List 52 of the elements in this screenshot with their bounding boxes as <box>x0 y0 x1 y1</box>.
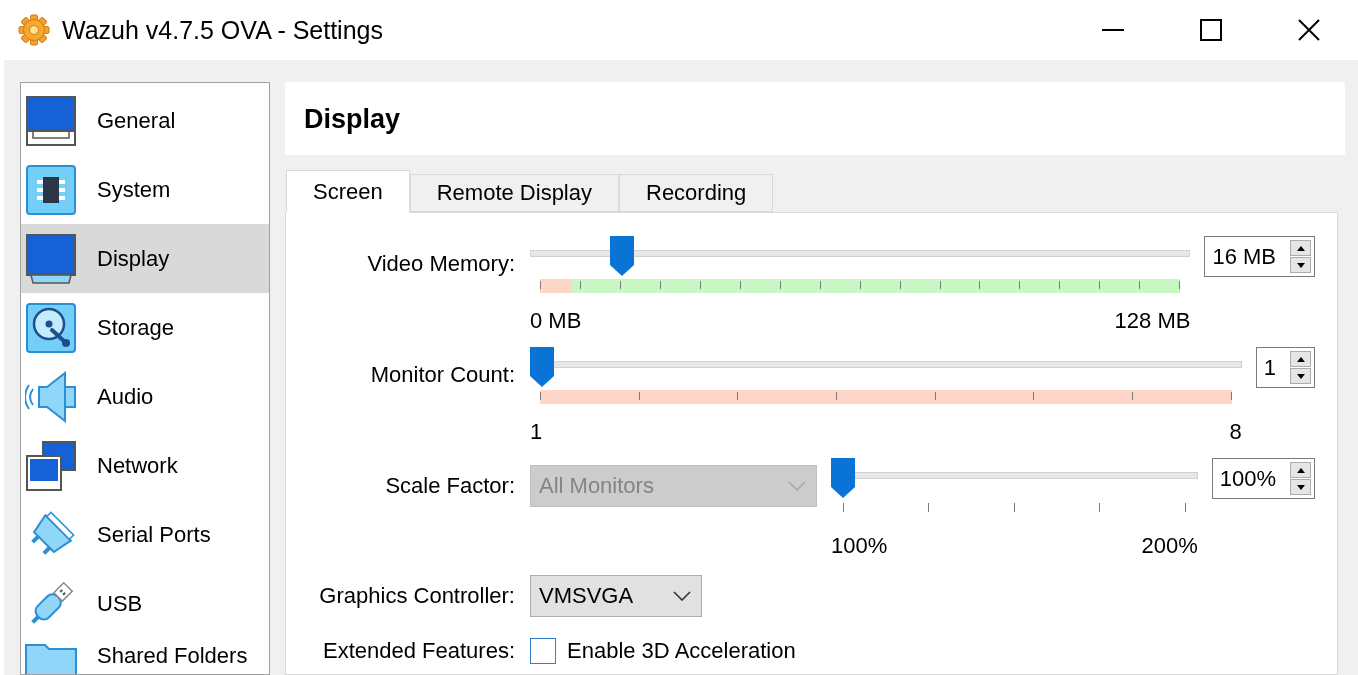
maximize-icon <box>1200 19 1222 41</box>
spinbox[interactable]: 100% <box>1211 458 1315 499</box>
down-arrow-icon <box>1296 484 1305 490</box>
spinbox[interactable]: 16 MB <box>1204 236 1315 277</box>
tab[interactable]: Remote Display <box>409 174 619 212</box>
scale-max-label: 200% <box>1141 534 1198 558</box>
monitor-icon <box>25 94 77 147</box>
checkbox-label[interactable]: Enable 3D Acceleration <box>567 639 796 663</box>
up-arrow-icon <box>1296 245 1305 251</box>
scale-max-label: 128 MB <box>1114 309 1191 333</box>
chevron-icon <box>788 481 806 491</box>
window-title: Wazuh v4.7.5 OVA - Settings <box>62 18 383 42</box>
down-arrow-icon <box>1296 373 1305 379</box>
spin-up-button[interactable] <box>1290 351 1311 367</box>
down-arrow-icon <box>1296 262 1305 268</box>
scale-max-label: 8 <box>1229 420 1242 444</box>
spin-down-button[interactable] <box>1290 479 1311 495</box>
field-label: Monitor Count: <box>369 363 515 387</box>
slider-track[interactable] <box>530 347 1242 389</box>
chevron-icon <box>673 591 692 601</box>
spinbox[interactable]: 1 <box>1255 347 1315 388</box>
field-label: Scale Factor: <box>384 474 515 498</box>
field-label: Graphics Controller: <box>318 584 515 608</box>
minimize-icon <box>1102 29 1124 31</box>
tab[interactable]: Screen <box>286 170 410 213</box>
slider-thumb[interactable] <box>831 458 855 498</box>
tab[interactable]: Recording <box>619 174 774 212</box>
spin-down-button[interactable] <box>1290 257 1311 273</box>
slider-thumb[interactable] <box>609 236 634 276</box>
slider-thumb[interactable] <box>530 347 554 387</box>
scale-min-label: 100% <box>831 534 888 558</box>
spin-up-button[interactable] <box>1290 240 1311 256</box>
field-label: Extended Features: <box>322 639 515 663</box>
gear-icon <box>18 14 50 46</box>
monitor-icon <box>25 232 77 285</box>
scale-min-label: 0 MB <box>530 309 582 333</box>
slider-track[interactable] <box>831 458 1198 500</box>
slider-track[interactable] <box>530 236 1191 278</box>
spin-up-button[interactable] <box>1290 462 1311 478</box>
close-icon <box>1298 19 1320 41</box>
speaker-icon <box>25 370 77 423</box>
spin-down-button[interactable] <box>1290 368 1311 384</box>
monitors-icon <box>25 439 77 492</box>
scale-min-label: 1 <box>530 420 543 444</box>
chip-icon <box>25 163 77 216</box>
field-label: Video Memory: <box>366 252 515 276</box>
checkbox[interactable] <box>530 638 556 664</box>
dropdown[interactable]: VMSVGA <box>530 575 703 617</box>
sidebar-item[interactable]: Display <box>21 224 269 293</box>
up-arrow-icon <box>1296 356 1305 362</box>
up-arrow-icon <box>1296 467 1305 473</box>
folder-icon <box>25 644 77 674</box>
